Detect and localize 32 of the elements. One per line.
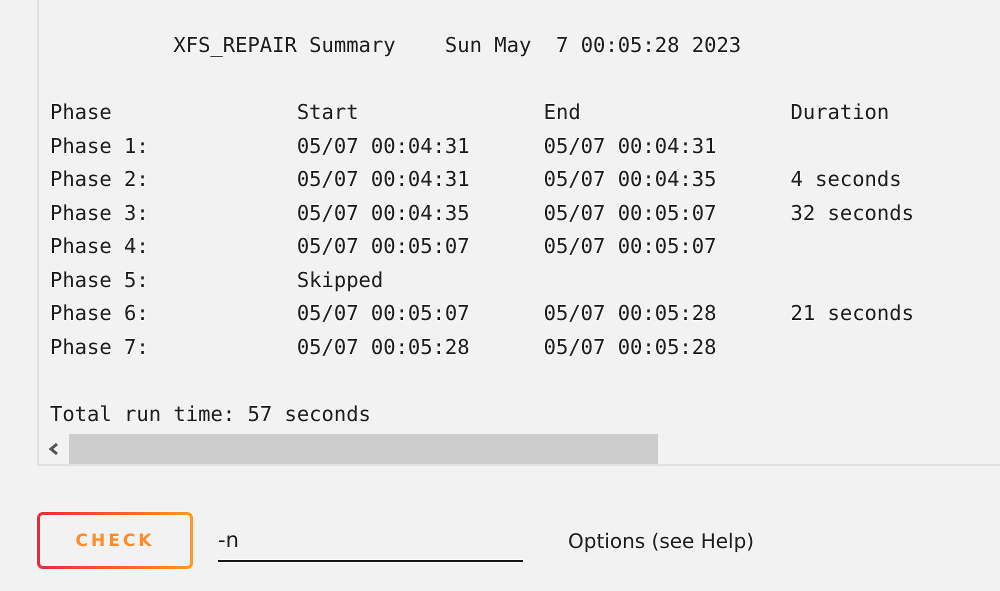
table-cell-text: 4 seconds: [790, 166, 902, 193]
table-cell-text: 05/07 00:05:28: [544, 334, 718, 360]
total-run-time: Total run time: 57 seconds: [50, 400, 371, 428]
table-cell-text: 05/07 00:04:31: [296, 166, 471, 193]
table-cell-text: Phase 7:: [50, 334, 150, 360]
table-cell-text: 05/07 00:05:28: [296, 334, 471, 360]
table-cell-text: 05/07 00:04:35: [544, 166, 718, 193]
table-cell-text: Phase 1:: [50, 132, 150, 160]
table-cell-text: 05/07 00:04:31: [544, 132, 718, 160]
table-cell-text: Phase 2:: [50, 166, 150, 193]
table-cell-text: 05/07 00:04:35: [296, 200, 471, 226]
summary-title: XFS_REPAIR Summary Sun May 7 00:05:28 2023: [172, 32, 742, 59]
table-cell-text: Phase 5:: [50, 266, 150, 294]
table-cell-text: 05/07 00:05:07: [296, 300, 471, 327]
table-cell-text: Skipped: [296, 266, 384, 294]
table-cell-text: Phase 6:: [50, 300, 150, 327]
column-header: Duration: [790, 99, 890, 126]
table-cell-text: 05/07 00:05:07: [544, 233, 718, 260]
scrollbar-thumb[interactable]: [69, 434, 658, 464]
column-header: Start: [296, 99, 360, 126]
table-cell-text: 05/07 00:05:28: [544, 300, 718, 327]
column-header: End: [544, 99, 582, 126]
table-cell-text: 21 seconds: [790, 300, 914, 327]
options-label: Options (see Help): [568, 528, 754, 552]
table-cell-text: Phase 3:: [50, 200, 150, 226]
options-field[interactable]: -n: [218, 520, 523, 562]
table-cell-text: 05/07 00:05:07: [544, 200, 718, 226]
table-cell-text: 32 seconds: [790, 200, 914, 226]
table-cell-text: 05/07 00:05:07: [296, 233, 471, 260]
column-header: Phase: [50, 99, 113, 126]
table-cell-text: 05/07 00:04:31: [296, 132, 471, 160]
table-cell-text: Phase 4:: [50, 233, 150, 260]
